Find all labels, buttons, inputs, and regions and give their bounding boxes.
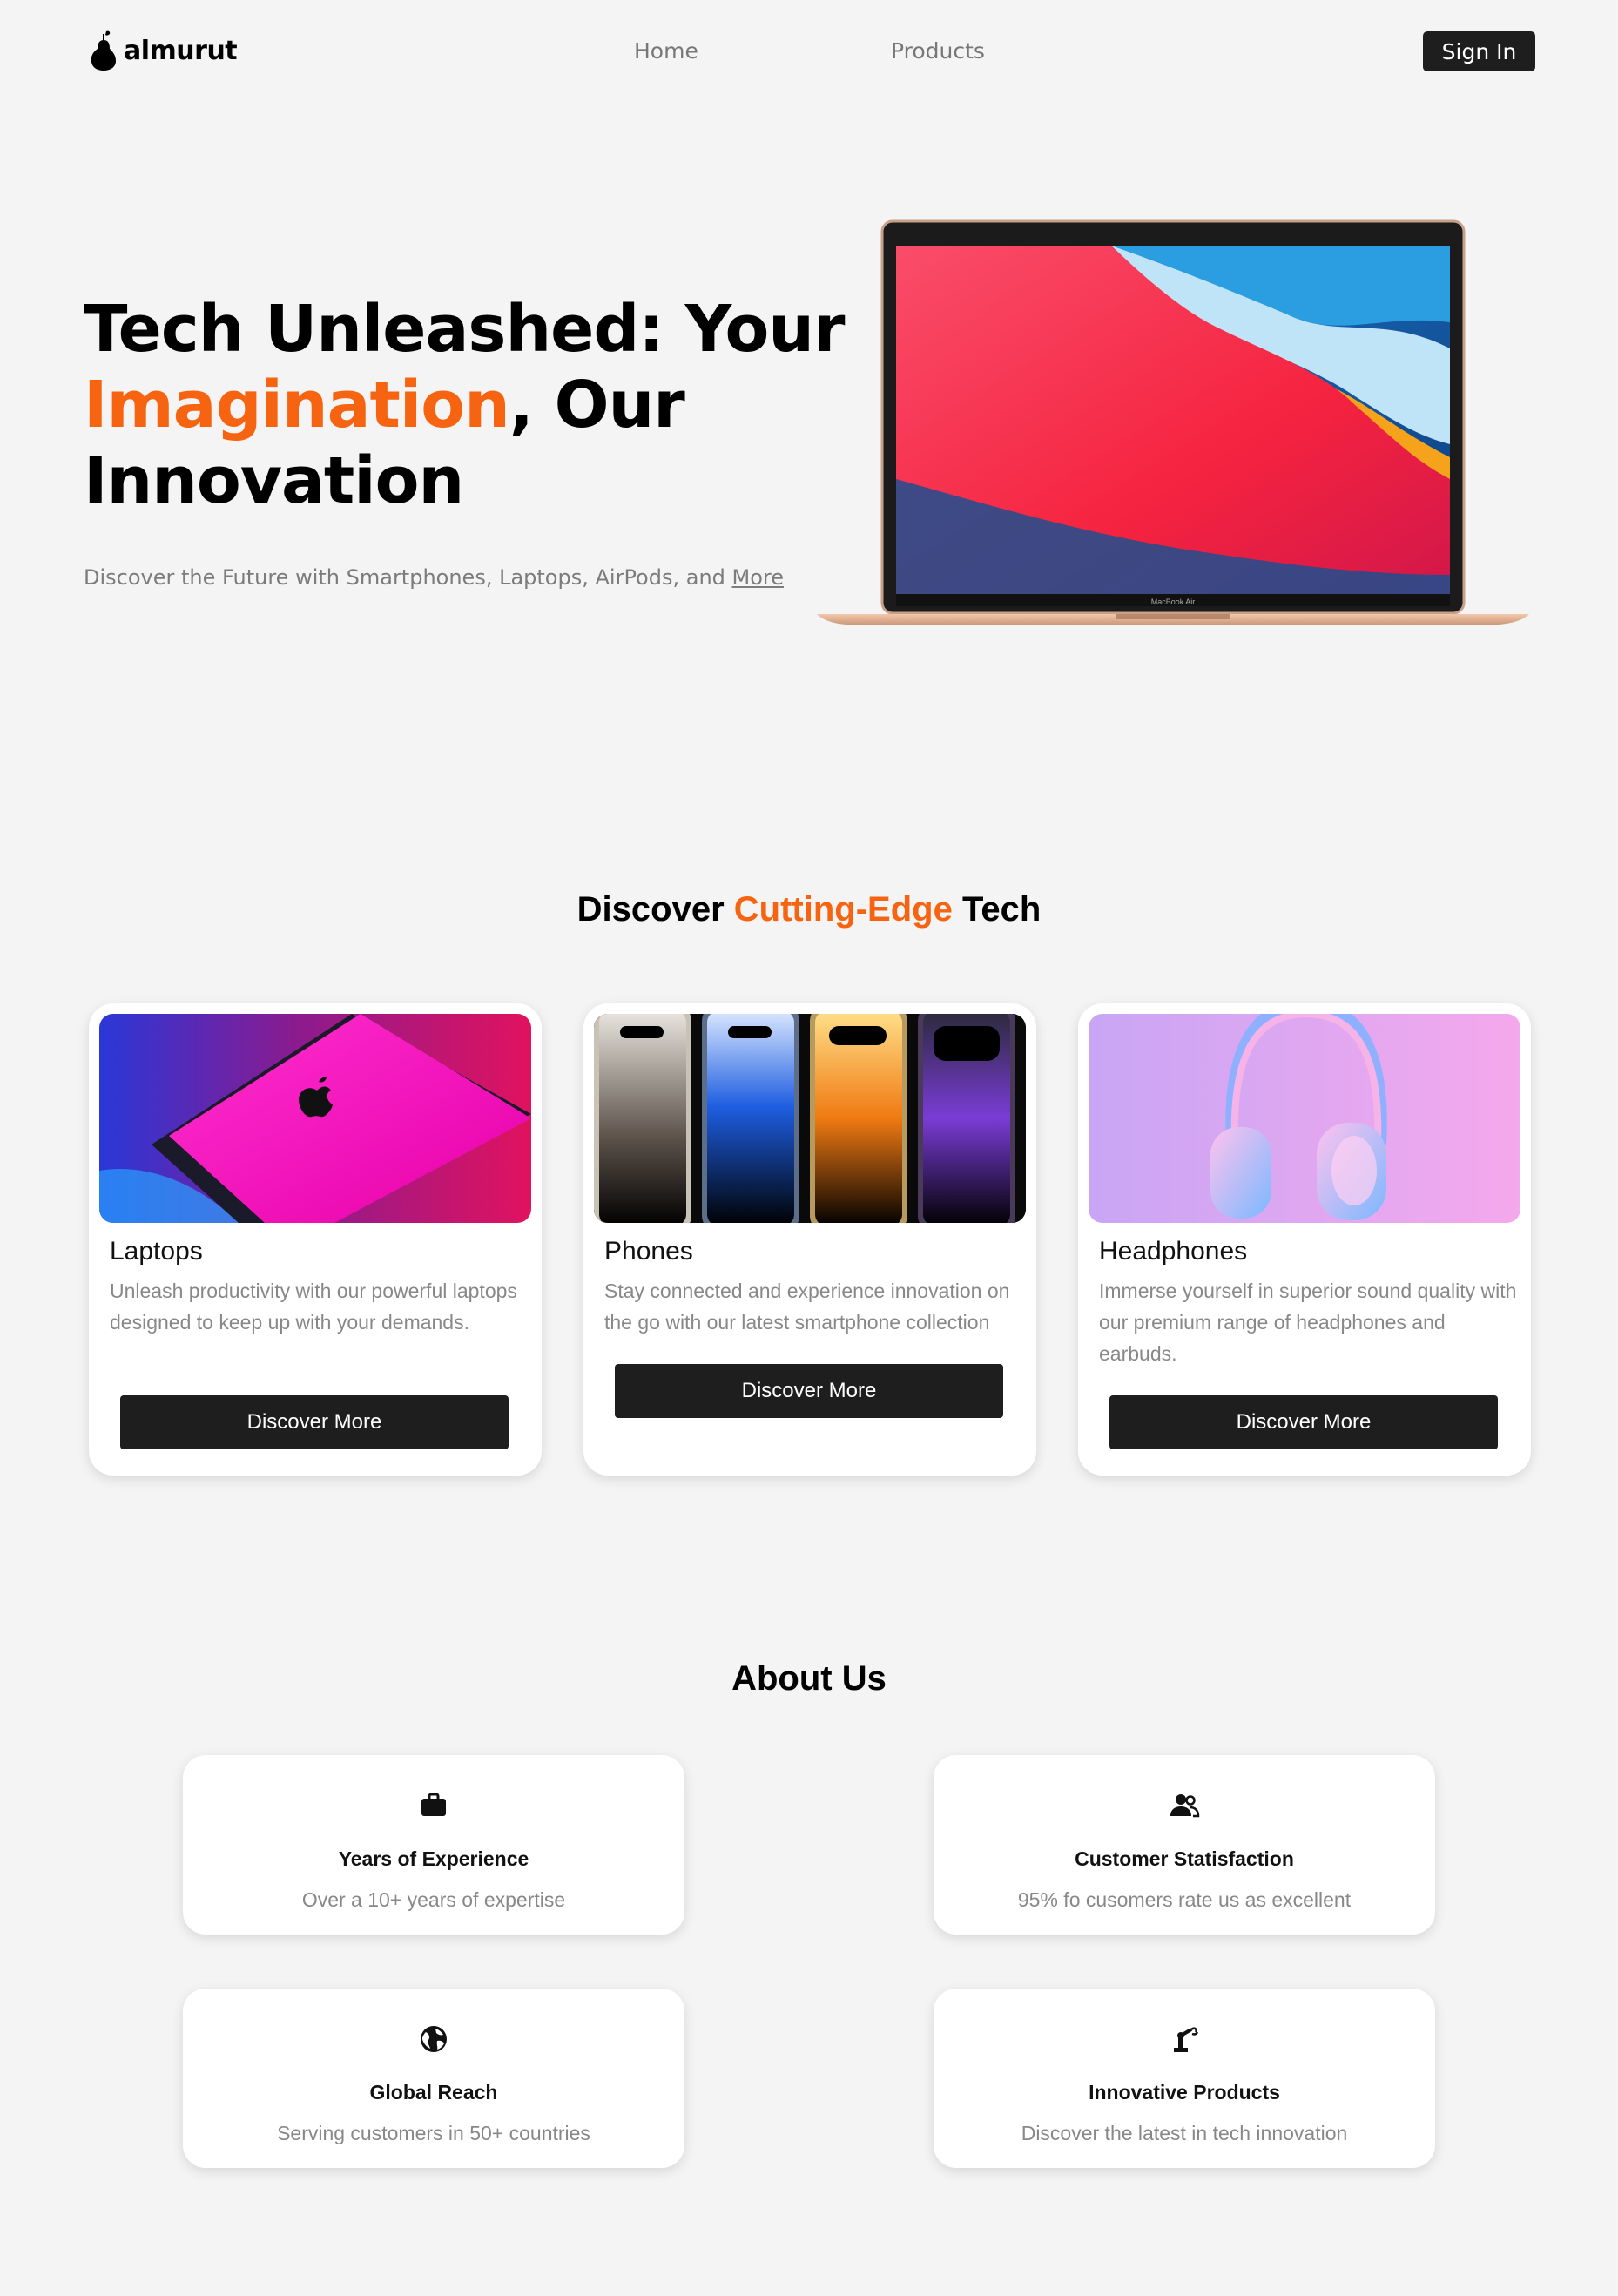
users-icon — [1170, 1794, 1200, 1818]
about-innovative-title: Innovative Products — [1089, 2081, 1280, 2104]
about-global-text: Serving customers in 50+ countries — [277, 2122, 590, 2144]
phones-card-desc: Stay connected and experience innovation… — [604, 1280, 1010, 1334]
about-experience-title: Years of Experience — [338, 1847, 529, 1870]
hero-title: Tech Unleashed: Your Imagination, Our In… — [84, 292, 850, 519]
brand-name: almurut — [124, 35, 238, 66]
about-innovative-text: Discover the latest in tech innovation — [1021, 2122, 1348, 2144]
hero-title-accent: Imagination — [84, 368, 510, 442]
headphones-card-desc: Immerse yourself in superior sound quali… — [1099, 1280, 1517, 1365]
phones-image — [594, 1014, 1026, 1223]
headphones-card-title: Headphones — [1099, 1237, 1248, 1266]
about-satisfaction-text: 95% fo cusomers rate us as excellent — [1017, 1888, 1352, 1911]
discover-title-part2: Tech — [952, 890, 1042, 929]
about-card-satisfaction: Customer Statisfaction 95% fo cusomers r… — [934, 1755, 1435, 1935]
svg-text:MacBook Air: MacBook Air — [1151, 598, 1196, 606]
laptops-card-desc: Unleash productivity with our powerful l… — [110, 1280, 517, 1334]
briefcase-icon — [421, 1793, 446, 1816]
hero-title-part3: Innovation — [84, 443, 464, 518]
phones-discover-button[interactable]: Discover More — [615, 1364, 1003, 1418]
product-card-laptops: Laptops Unleash productivity with our po… — [89, 1003, 542, 1476]
hero-subtitle: Discover the Future with Smartphones, La… — [84, 565, 784, 590]
hero-title-part1: Tech Unleashed: Your — [84, 292, 845, 367]
discover-title-accent: Cutting-Edge — [733, 890, 953, 929]
laptops-card-title: Laptops — [110, 1237, 203, 1266]
laptops-discover-button[interactable]: Discover More — [120, 1395, 509, 1449]
brand-logo[interactable]: almurut — [89, 30, 238, 71]
hero-subtitle-text: Discover the Future with Smartphones, La… — [84, 565, 732, 590]
phones-card-title: Phones — [604, 1237, 693, 1266]
nav-link-home[interactable]: Home — [634, 38, 698, 64]
discover-title: Discover Cutting-Edge Tech — [0, 890, 1618, 929]
headphones-discover-button[interactable]: Discover More — [1109, 1395, 1498, 1449]
about-card-global: Global Reach Serving customers in 50+ co… — [183, 1989, 684, 2168]
about-card-innovative: Innovative Products Discover the latest … — [934, 1989, 1435, 2168]
sign-in-button[interactable]: Sign In — [1423, 31, 1535, 71]
about-card-experience: Years of Experience Over a 10+ years of … — [183, 1755, 684, 1935]
pear-logo-icon — [91, 30, 116, 71]
about-experience-text: Over a 10+ years of expertise — [301, 1888, 566, 1911]
product-card-phones: Phones Stay connected and experience inn… — [583, 1003, 1036, 1476]
about-global-title: Global Reach — [369, 2081, 498, 2104]
hero-more-link[interactable]: More — [732, 565, 785, 590]
nav-link-products[interactable]: Products — [891, 38, 985, 64]
globe-icon — [421, 2026, 447, 2052]
discover-title-part1: Discover — [576, 890, 734, 929]
hero-title-part2: , Our — [509, 368, 685, 442]
top-navbar: almurut Home Products Sign In — [0, 0, 1618, 103]
product-card-headphones: Headphones Immerse yourself in superior … — [1078, 1003, 1531, 1476]
hero-laptop-image: MacBook Air — [817, 219, 1529, 625]
headphones-image — [1089, 1014, 1520, 1223]
about-title: About Us — [731, 1659, 887, 1698]
laptops-image — [99, 1014, 531, 1223]
about-satisfaction-title: Customer Statisfaction — [1075, 1847, 1294, 1870]
robot-arm-icon — [1174, 2027, 1199, 2052]
